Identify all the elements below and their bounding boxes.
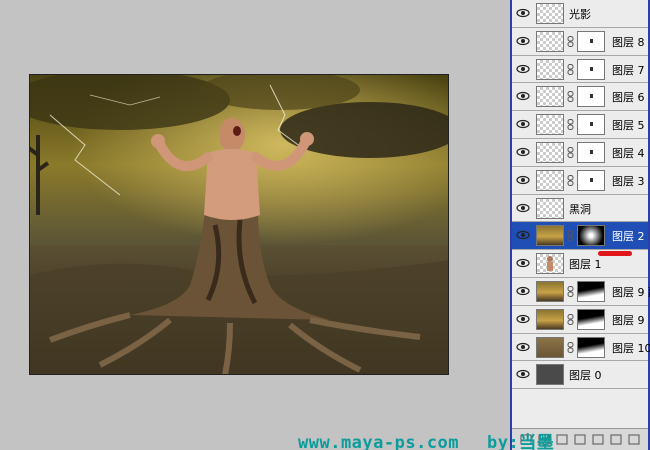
layer-name[interactable]: 图层 3 <box>612 173 645 189</box>
composite-scene <box>30 75 448 374</box>
folder-icon[interactable] <box>592 434 604 445</box>
layer-mask-thumbnail[interactable] <box>577 114 605 136</box>
layer-mask-thumbnail[interactable] <box>577 280 605 302</box>
layer-name[interactable]: 图层 7 <box>612 62 645 78</box>
layer-thumbnail[interactable] <box>536 308 564 330</box>
canvas-workspace <box>0 0 510 450</box>
mask-link-icon[interactable] <box>567 313 574 325</box>
layer-thumbnail[interactable] <box>536 169 564 191</box>
layer-row[interactable]: 图层 9 副 <box>512 277 650 306</box>
layer-row[interactable]: 图层 5 <box>512 111 648 139</box>
layer-row[interactable]: 图层 0 <box>512 361 648 390</box>
layer-name[interactable]: 黑洞 <box>569 201 591 217</box>
layer-row[interactable]: 图层 10 <box>512 333 650 362</box>
layer-row[interactable]: 光影 <box>512 0 648 28</box>
layer-name[interactable]: 图层 4 <box>612 145 645 161</box>
mask-link-icon[interactable] <box>567 119 574 131</box>
layer-mask-thumbnail[interactable] <box>577 141 605 163</box>
layer-row[interactable]: 黑洞 <box>512 194 648 223</box>
layer-row[interactable]: 图层 9 <box>512 305 648 334</box>
layer-thumbnail[interactable] <box>536 141 564 163</box>
eye-icon[interactable] <box>516 341 530 353</box>
watermark-author: by:当墨 <box>487 433 555 450</box>
watermark-site: www.maya-ps.com <box>298 433 460 450</box>
layer-name[interactable]: 图层 2 <box>612 228 645 244</box>
eye-icon[interactable] <box>516 146 530 158</box>
layer-row[interactable]: 图层 8 <box>512 27 648 56</box>
layer-name[interactable]: 图层 0 <box>569 367 602 383</box>
watermark: www.maya-ps.com by:当墨 <box>298 428 554 450</box>
layers-list: 光影图层 8 图层 7 图层 6 图层 5 图层 4 图层 3 黑洞图层 2 图层 1 图层 9… <box>512 0 650 390</box>
eye-icon[interactable] <box>516 35 530 47</box>
layer-thumbnail[interactable] <box>536 364 564 386</box>
layer-mask-thumbnail[interactable] <box>577 308 605 330</box>
layer-thumbnail[interactable] <box>536 114 564 136</box>
new-layer-icon[interactable] <box>610 434 622 445</box>
layer-name[interactable]: 图层 6 <box>612 89 645 105</box>
layer-name[interactable]: 图层 10 <box>612 340 650 356</box>
mask-link-icon[interactable] <box>567 63 574 75</box>
eye-icon[interactable] <box>516 90 530 102</box>
layer-thumbnail[interactable] <box>536 225 564 247</box>
layer-thumbnail[interactable] <box>536 336 564 358</box>
layer-row[interactable]: 图层 4 <box>512 138 648 167</box>
layer-thumbnail[interactable] <box>536 58 564 80</box>
trash-icon[interactable] <box>628 434 640 445</box>
layer-mask-thumbnail[interactable] <box>577 225 605 247</box>
mask-link-icon[interactable] <box>567 91 574 103</box>
layer-mask-thumbnail[interactable] <box>577 336 605 358</box>
layer-row[interactable]: 图层 7 <box>512 55 648 84</box>
eye-icon[interactable] <box>516 118 530 130</box>
layer-name[interactable]: 图层 5 <box>612 117 645 133</box>
layer-mask-thumbnail[interactable] <box>577 86 605 108</box>
eye-icon[interactable] <box>516 63 530 75</box>
mask-icon[interactable] <box>556 434 568 445</box>
layer-mask-thumbnail[interactable] <box>577 30 605 52</box>
mask-link-icon[interactable] <box>567 285 574 297</box>
layers-panel: 光影图层 8 图层 7 图层 6 图层 5 图层 4 图层 3 黑洞图层 2 图层 1 图层 9… <box>510 0 650 450</box>
layer-mask-thumbnail[interactable] <box>577 169 605 191</box>
layer-row[interactable]: 图层 2 <box>512 222 648 251</box>
eye-icon[interactable] <box>516 285 530 297</box>
eye-icon[interactable] <box>516 7 530 19</box>
layer-mask-thumbnail[interactable] <box>577 58 605 80</box>
eye-icon[interactable] <box>516 313 530 325</box>
layer-thumbnail[interactable] <box>536 253 564 275</box>
eye-icon[interactable] <box>516 257 530 269</box>
layer-row[interactable]: 图层 3 <box>512 166 648 195</box>
eye-icon[interactable] <box>516 202 530 214</box>
layer-thumbnail[interactable] <box>536 197 564 219</box>
document-image[interactable] <box>29 74 449 375</box>
layer-name[interactable]: 光影 <box>569 6 591 22</box>
layer-name[interactable]: 图层 9 副 <box>612 284 650 300</box>
red-underline-mark <box>598 251 632 256</box>
layer-thumbnail[interactable] <box>536 3 564 24</box>
layer-thumbnail[interactable] <box>536 30 564 52</box>
layer-name[interactable]: 图层 8 <box>612 34 645 50</box>
layer-name[interactable]: 图层 1 <box>569 256 602 272</box>
mask-link-icon[interactable] <box>567 174 574 186</box>
layer-thumbnail[interactable] <box>536 280 564 302</box>
mask-link-icon[interactable] <box>567 341 574 353</box>
adjustment-icon[interactable] <box>574 434 586 445</box>
layer-row[interactable]: 图层 6 <box>512 83 648 112</box>
layer-thumbnail[interactable] <box>536 86 564 108</box>
mask-link-icon[interactable] <box>567 146 574 158</box>
mask-link-icon[interactable] <box>567 230 574 242</box>
eye-icon[interactable] <box>516 174 530 186</box>
mask-link-icon[interactable] <box>567 35 574 47</box>
eye-icon[interactable] <box>516 229 530 241</box>
eye-icon[interactable] <box>516 368 530 380</box>
layer-name[interactable]: 图层 9 <box>612 312 645 328</box>
